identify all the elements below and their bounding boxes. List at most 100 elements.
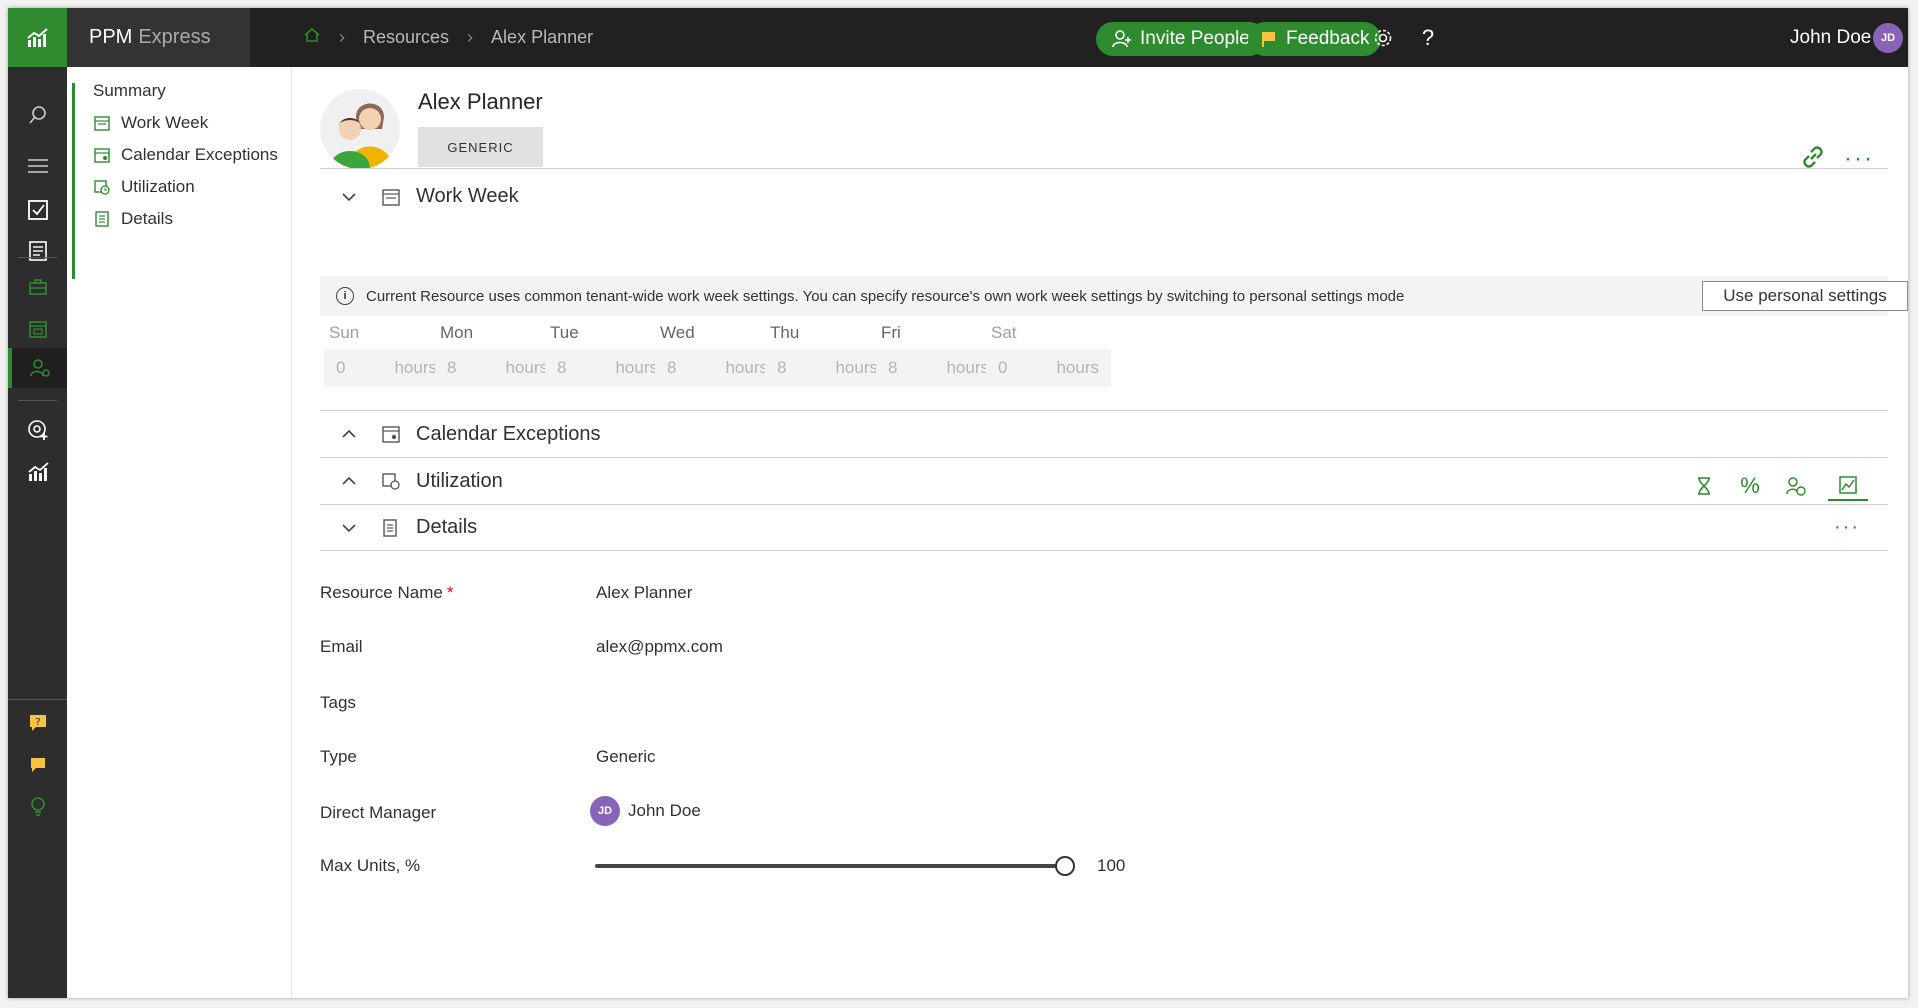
rail-feedback-icon[interactable] bbox=[8, 745, 67, 785]
type-value[interactable]: Generic bbox=[596, 747, 656, 767]
rail-analytics-icon[interactable] bbox=[8, 452, 67, 492]
percent-icon[interactable]: % bbox=[1736, 471, 1764, 501]
type-label: Type bbox=[320, 747, 357, 766]
utilization-section-header[interactable]: Utilization % bbox=[320, 457, 1888, 504]
section-title: Details bbox=[416, 516, 478, 538]
breadcrumb-resources[interactable]: Resources bbox=[363, 27, 449, 48]
section-nav-calendar-exceptions[interactable]: Calendar Exceptions bbox=[93, 140, 278, 170]
day-tue: Tue 8 hours bbox=[545, 323, 671, 387]
calendar-exceptions-section-header[interactable]: Calendar Exceptions bbox=[320, 410, 1888, 457]
rail-menu-icon[interactable] bbox=[8, 146, 67, 186]
app-title: PPM Express bbox=[67, 8, 250, 67]
rail-search-icon[interactable] bbox=[8, 95, 67, 135]
app-logo[interactable] bbox=[8, 8, 67, 67]
section-title: Calendar Exceptions bbox=[416, 422, 601, 445]
section-nav-work-week[interactable]: Work Week bbox=[93, 108, 208, 138]
rail-help-chat-icon[interactable]: ? bbox=[8, 703, 67, 743]
rail-projects-icon[interactable] bbox=[8, 309, 67, 349]
resource-name-heading: Alex Planner bbox=[418, 89, 543, 114]
day-sat: Sat 0 hours bbox=[986, 323, 1112, 387]
home-icon[interactable] bbox=[303, 26, 321, 49]
max-units-slider-track[interactable] bbox=[595, 864, 1065, 868]
calendar-clock-icon bbox=[93, 178, 111, 196]
breadcrumb: › Resources › Alex Planner bbox=[303, 8, 593, 67]
day-label: Tue bbox=[550, 323, 579, 342]
day-hours-input: 8 hours bbox=[545, 349, 670, 387]
day-wed: Wed 8 hours bbox=[655, 323, 781, 387]
top-bar: PPM Express › Resources › Alex Planner In… bbox=[8, 8, 1908, 67]
day-hours-input: 0 hours bbox=[986, 349, 1111, 387]
chart-view-icon[interactable] bbox=[1828, 471, 1868, 501]
breadcrumb-current: Alex Planner bbox=[491, 27, 594, 47]
use-personal-settings-button[interactable]: Use personal settings bbox=[1702, 281, 1908, 311]
info-message-text: Current Resource uses common tenant-wide… bbox=[366, 287, 1405, 305]
resource-name-label: Resource Name * bbox=[320, 583, 454, 602]
help-icon[interactable]: ? bbox=[1412, 22, 1444, 54]
rail-divider bbox=[18, 400, 57, 401]
section-nav-label: Work Week bbox=[121, 113, 209, 132]
direct-manager-value[interactable]: JD John Doe bbox=[590, 796, 701, 826]
section-nav-label: Calendar Exceptions bbox=[121, 145, 278, 164]
rail-reports-icon[interactable] bbox=[8, 231, 67, 271]
max-units-slider-thumb[interactable] bbox=[1055, 856, 1075, 876]
resource-name-value[interactable]: Alex Planner bbox=[596, 583, 692, 603]
day-label: Sat bbox=[991, 323, 1017, 342]
day-label: Wed bbox=[660, 323, 695, 342]
required-mark: * bbox=[446, 583, 454, 602]
section-nav-indicator bbox=[72, 83, 75, 279]
section-nav-label: Utilization bbox=[121, 177, 195, 196]
rail-add-integration-icon[interactable] bbox=[8, 410, 67, 450]
email-value[interactable]: alex@ppmx.com bbox=[596, 637, 723, 657]
document-icon bbox=[382, 518, 406, 537]
day-thu: Thu 8 hours bbox=[765, 323, 891, 387]
section-nav-details[interactable]: Details bbox=[93, 204, 173, 234]
day-hours-input: 8 hours bbox=[435, 349, 560, 387]
day-hours-input: 8 hours bbox=[765, 349, 890, 387]
hourglass-icon[interactable] bbox=[1690, 471, 1718, 501]
section-title: Work Week bbox=[416, 185, 519, 207]
section-nav: Summary Work Week Calendar Exceptions Ut… bbox=[67, 67, 292, 998]
work-week-section-header[interactable]: Work Week bbox=[320, 168, 1888, 224]
tags-field[interactable] bbox=[596, 693, 1196, 715]
user-name[interactable]: John Doe bbox=[1790, 8, 1871, 67]
rail-resources-icon[interactable] bbox=[8, 348, 67, 388]
info-message-bar: i Current Resource uses common tenant-wi… bbox=[320, 276, 1908, 316]
section-nav-summary[interactable]: Summary bbox=[93, 76, 166, 106]
people-group-icon bbox=[330, 103, 392, 169]
chevron-up-icon[interactable] bbox=[342, 429, 382, 439]
app-window: PPM Express › Resources › Alex Planner In… bbox=[8, 8, 1908, 998]
details-more-button[interactable]: ··· bbox=[1834, 516, 1860, 539]
chevron-down-icon[interactable] bbox=[342, 192, 382, 202]
max-units-value: 100 bbox=[1097, 856, 1126, 875]
info-icon: i bbox=[336, 287, 354, 305]
section-title: Utilization bbox=[416, 469, 503, 492]
resource-generic-avatar bbox=[320, 89, 400, 169]
app-subname: Express bbox=[138, 26, 211, 48]
invite-people-label: Invite People bbox=[1140, 28, 1250, 49]
section-nav-utilization[interactable]: Utilization bbox=[93, 172, 195, 202]
day-label: Fri bbox=[881, 323, 901, 342]
rail-idea-bulb-icon[interactable] bbox=[8, 787, 67, 827]
document-icon bbox=[93, 210, 111, 228]
day-label: Thu bbox=[770, 323, 800, 342]
chevron-up-icon[interactable] bbox=[342, 476, 382, 486]
feedback-flag-icon bbox=[1262, 32, 1275, 47]
user-avatar[interactable]: JD bbox=[1873, 23, 1903, 53]
direct-manager-label: Direct Manager bbox=[320, 803, 437, 822]
app-name: PPM bbox=[89, 26, 133, 48]
chevron-down-icon[interactable] bbox=[342, 523, 382, 533]
person-clock-icon[interactable] bbox=[1782, 471, 1810, 501]
add-person-icon bbox=[1112, 30, 1131, 48]
details-section-header[interactable]: Details ··· bbox=[320, 504, 1888, 551]
settings-gear-icon[interactable] bbox=[1367, 22, 1399, 54]
day-sun: Sun 0 hours bbox=[324, 323, 450, 387]
chevron-right-icon: › bbox=[467, 27, 474, 47]
calendar-icon bbox=[382, 188, 406, 206]
feedback-button[interactable]: Feedback bbox=[1248, 22, 1382, 56]
resource-type-badge: GENERIC bbox=[418, 127, 543, 167]
invite-people-button[interactable]: Invite People bbox=[1096, 22, 1266, 56]
svg-text:?: ? bbox=[35, 717, 40, 728]
rail-tasks-icon[interactable] bbox=[8, 190, 67, 230]
rail-divider bbox=[18, 257, 57, 258]
rail-portfolio-icon[interactable] bbox=[8, 267, 67, 307]
